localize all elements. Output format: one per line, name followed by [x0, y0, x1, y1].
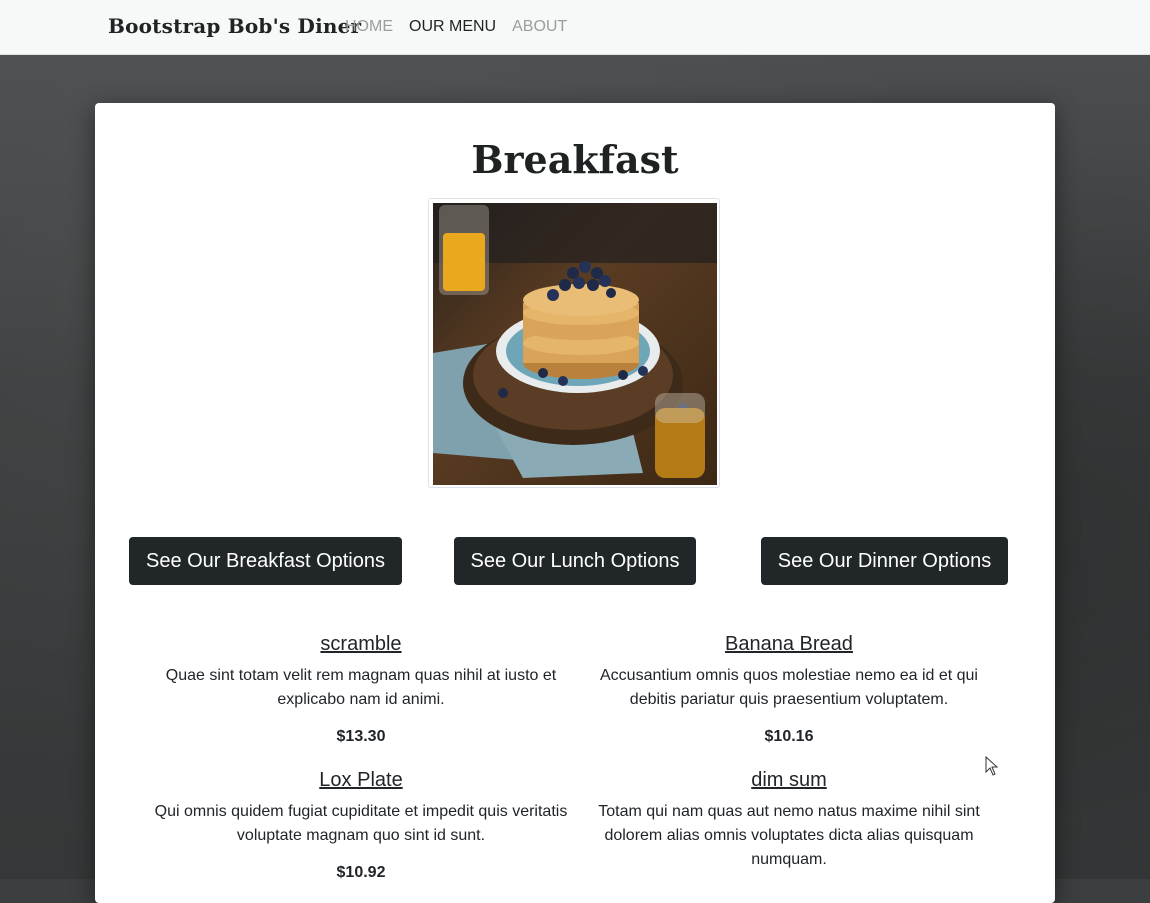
menu-item: scramble Quae sint totam velit rem magna…: [151, 633, 571, 746]
breakfast-photo: [428, 198, 720, 488]
nav-link-about[interactable]: ABOUT: [512, 18, 567, 36]
menu-item-name[interactable]: scramble: [151, 633, 571, 656]
nav-link-home[interactable]: HOME: [345, 18, 393, 36]
menu-item-description: Totam qui nam quas aut nemo natus maxime…: [598, 803, 980, 868]
menu-item-description: Accusantium omnis quos molestiae nemo ea…: [600, 667, 978, 708]
nav-links: HOME OUR MENU ABOUT: [345, 18, 567, 36]
menu-item-description: Quae sint totam velit rem magnam quas ni…: [165, 667, 557, 708]
menu-item-price: $10.92: [336, 864, 386, 881]
nav-link-our-menu[interactable]: OUR MENU: [409, 18, 496, 36]
menu-item: dim sum Totam qui nam quas aut nemo natu…: [579, 769, 999, 888]
dinner-options-button[interactable]: See Our Dinner Options: [761, 537, 1008, 585]
mouse-cursor-icon: [985, 756, 999, 776]
pancakes-image: [433, 203, 717, 485]
menu-item: Banana Bread Accusantium omnis quos mole…: [579, 633, 999, 746]
menu-item-price: $13.30: [336, 728, 386, 745]
lunch-options-button[interactable]: See Our Lunch Options: [454, 537, 696, 585]
menu-card: Breakfast See Our Breakfast Options See …: [95, 103, 1055, 903]
menu-item-description: Qui omnis quidem fugiat cupiditate et im…: [154, 803, 568, 844]
pancakes-illustration: [433, 203, 717, 485]
menu-item-price: $10.16: [764, 728, 814, 745]
menu-item: Lox Plate Qui omnis quidem fugiat cupidi…: [151, 769, 571, 882]
brand-logo[interactable]: Bootstrap Bob's Diner: [108, 14, 361, 38]
menu-item-name[interactable]: Lox Plate: [151, 769, 571, 792]
menu-item-name[interactable]: Banana Bread: [579, 633, 999, 656]
breakfast-options-button[interactable]: See Our Breakfast Options: [129, 537, 402, 585]
menu-item-name[interactable]: dim sum: [579, 769, 999, 792]
top-navbar: Bootstrap Bob's Diner HOME OUR MENU ABOU…: [0, 0, 1150, 55]
page-title: Breakfast: [471, 137, 679, 182]
